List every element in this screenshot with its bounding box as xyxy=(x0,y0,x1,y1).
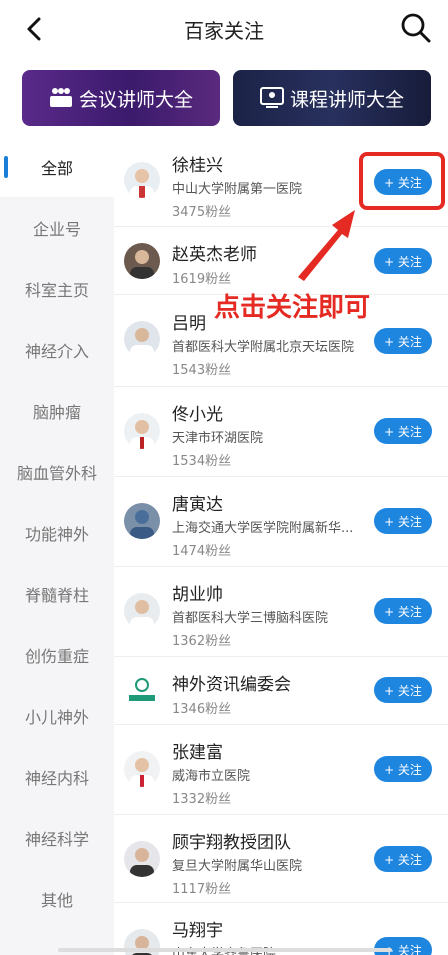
item-fans-count: 1362粉丝 xyxy=(172,634,232,649)
follow-button[interactable]: + 关注 xyxy=(374,248,432,274)
item-fans-count: 3475粉丝 xyxy=(172,205,232,220)
follow-button[interactable]: + 关注 xyxy=(374,677,432,703)
avatar xyxy=(124,503,160,539)
avatar xyxy=(124,593,160,629)
sidebar-item-other[interactable]: 其他 xyxy=(0,869,114,929)
item-organization: 上海交通大学医学院附属新华... xyxy=(172,521,354,536)
follow-button[interactable]: + 关注 xyxy=(374,598,432,624)
avatar xyxy=(124,321,160,357)
follow-button[interactable]: + 关注 xyxy=(374,508,432,534)
item-fans-count: 1534粉丝 xyxy=(172,454,232,469)
item-name: 张建富 xyxy=(172,743,223,763)
item-fans-count: 1619粉丝 xyxy=(172,272,232,287)
sidebar-item-department[interactable]: 科室主页 xyxy=(0,259,114,319)
list-item[interactable]: 张建富 威海市立医院 1332粉丝 + 关注 xyxy=(114,725,448,815)
banner-label: 课程讲师大全 xyxy=(289,88,404,111)
item-name: 顾宇翔教授团队 xyxy=(172,833,291,853)
item-organization: 复旦大学附属华山医院 xyxy=(172,859,303,874)
sidebar-item-neurology[interactable]: 神经内科 xyxy=(0,747,114,807)
sidebar-item-functional[interactable]: 功能神外 xyxy=(0,503,114,563)
avatar xyxy=(124,243,160,279)
follow-button[interactable]: + 关注 xyxy=(374,418,432,444)
item-name: 唐寅达 xyxy=(172,495,223,515)
banner-label: 会议讲师大全 xyxy=(78,88,193,111)
avatar xyxy=(124,162,160,198)
item-name: 马翔宇 xyxy=(172,921,223,941)
item-fans-count: 1346粉丝 xyxy=(172,702,232,717)
follow-button[interactable]: + 关注 xyxy=(374,756,432,782)
avatar xyxy=(124,413,160,449)
list-item[interactable]: 唐寅达 上海交通大学医学院附属新华... 1474粉丝 + 关注 xyxy=(114,477,448,567)
screen-icon xyxy=(259,87,284,108)
follow-button[interactable]: + 关注 xyxy=(374,328,432,354)
avatar xyxy=(124,841,160,877)
list-item[interactable]: 佟小光 天津市环湖医院 1534粉丝 + 关注 xyxy=(114,387,448,477)
sidebar-item-neuro-intervention[interactable]: 神经介入 xyxy=(0,320,114,380)
item-name: 神外资讯编委会 xyxy=(172,675,291,695)
sidebar-item-cerebrovascular[interactable]: 脑血管外科 xyxy=(0,442,114,502)
list-item[interactable]: 顾宇翔教授团队 复旦大学附属华山医院 1117粉丝 + 关注 xyxy=(114,815,448,903)
category-sidebar: 全部 企业号 科室主页 神经介入 脑肿瘤 脑血管外科 功能神外 脊髓脊柱 创伤重… xyxy=(0,137,114,955)
item-fans-count: 1117粉丝 xyxy=(172,882,232,897)
sidebar-item-pediatric[interactable]: 小儿神外 xyxy=(0,686,114,746)
list-item[interactable]: 神外资讯编委会 1346粉丝 + 关注 xyxy=(114,657,448,725)
sidebar-item-spine[interactable]: 脊髓脊柱 xyxy=(0,564,114,624)
home-indicator xyxy=(58,948,392,952)
meeting-icon xyxy=(49,88,72,107)
sidebar-item-trauma[interactable]: 创伤重症 xyxy=(0,625,114,685)
annotation-arrow-icon xyxy=(298,210,355,281)
item-organization: 首都医科大学附属北京天坛医院 xyxy=(172,340,355,355)
item-organization: 首都医科大学三博脑科医院 xyxy=(172,611,329,626)
meeting-lecturers-banner[interactable]: 会议讲师大全 xyxy=(22,70,220,126)
avatar xyxy=(124,751,160,787)
item-name: 胡业帅 xyxy=(172,585,223,605)
sidebar-item-all[interactable]: 全部 xyxy=(0,137,114,197)
page-title: 百家关注 xyxy=(184,19,264,43)
item-organization: 威海市立医院 xyxy=(172,769,251,784)
follow-button[interactable]: + 关注 xyxy=(374,846,432,872)
course-lecturers-banner[interactable]: 课程讲师大全 xyxy=(233,70,431,126)
item-fans-count: 1332粉丝 xyxy=(172,792,232,807)
item-fans-count: 1474粉丝 xyxy=(172,544,232,559)
sidebar-item-neuroscience[interactable]: 神经科学 xyxy=(0,808,114,868)
sidebar-item-brain-tumor[interactable]: 脑肿瘤 xyxy=(0,381,114,441)
list-item[interactable]: 胡业帅 首都医科大学三博脑科医院 1362粉丝 + 关注 xyxy=(114,567,448,657)
top-bar: 百家关注 xyxy=(0,0,448,58)
sidebar-item-enterprise[interactable]: 企业号 xyxy=(0,198,114,258)
brand-logo-icon xyxy=(124,673,160,709)
item-name: 吕明 xyxy=(172,314,206,334)
item-name: 徐桂兴 xyxy=(172,156,223,176)
item-name: 赵英杰老师 xyxy=(172,245,257,265)
follow-button[interactable]: + 关注 xyxy=(374,937,432,955)
search-icon[interactable] xyxy=(400,12,432,44)
item-fans-count: 1543粉丝 xyxy=(172,363,232,378)
item-organization: 天津市环湖医院 xyxy=(172,431,264,446)
annotation-text: 点击关注即可 xyxy=(214,293,371,323)
item-name: 佟小光 xyxy=(172,405,223,425)
